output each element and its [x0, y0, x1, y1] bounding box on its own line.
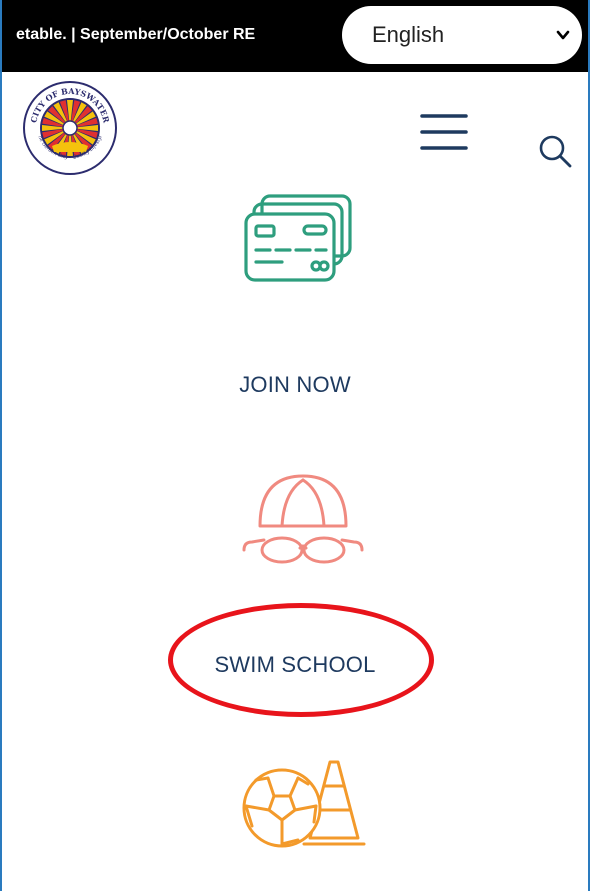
hamburger-menu-icon[interactable] [420, 112, 468, 152]
chevron-down-icon [556, 30, 570, 40]
credit-card-icon[interactable] [242, 192, 354, 284]
page-frame: etable. | September/October RE English C… [0, 0, 590, 891]
top-bar: etable. | September/October RE English [2, 0, 588, 72]
search-icon[interactable] [538, 134, 572, 168]
language-selected-value: English [372, 22, 445, 47]
tile-label-join-now[interactable]: JOIN NOW [2, 372, 588, 398]
tile-label-swim-school[interactable]: SWIM SCHOOL [2, 652, 588, 678]
announcement-ticker[interactable]: etable. | September/October RE [16, 26, 316, 44]
language-select[interactable]: English [342, 6, 582, 64]
soccer-ball-cone-icon[interactable] [238, 756, 368, 852]
swim-cap-goggles-icon[interactable] [240, 470, 366, 566]
city-of-bayswater-logo[interactable]: CITY OF BAYSWATER The Garden City · Qual… [22, 80, 118, 176]
